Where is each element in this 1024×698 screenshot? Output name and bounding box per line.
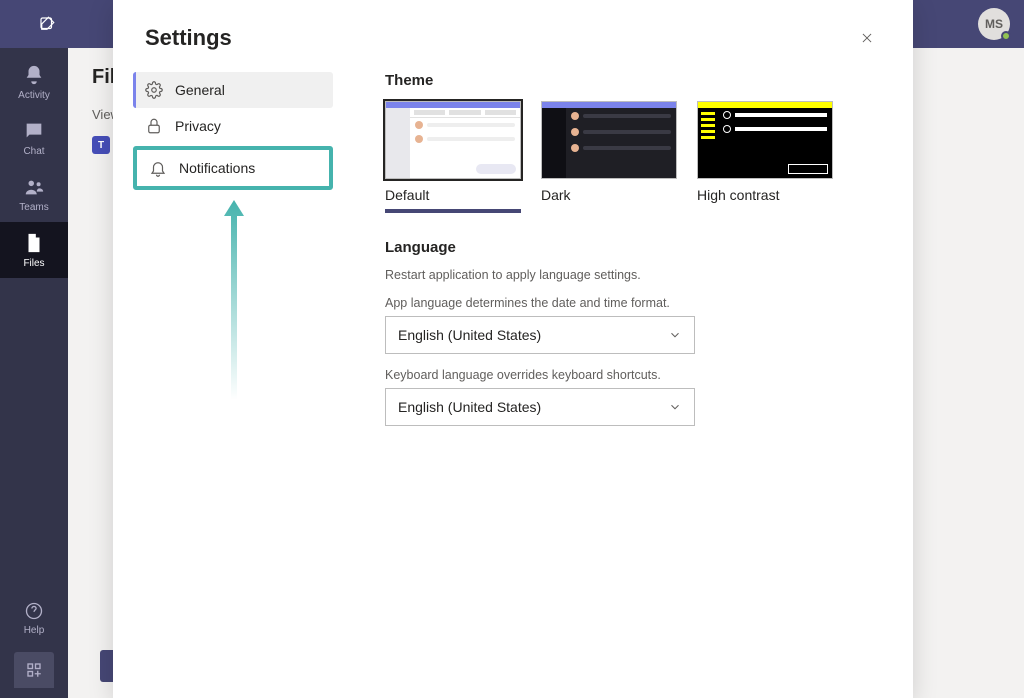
modal-backdrop: Settings General Privacy Notification (0, 0, 1024, 698)
language-heading: Language (385, 239, 881, 256)
theme-option-dark[interactable]: Dark (541, 101, 677, 213)
theme-preview-high-contrast (697, 101, 833, 179)
theme-preview-default (385, 101, 521, 179)
tutorial-arrow-icon (219, 200, 333, 400)
app-language-dropdown[interactable]: English (United States) (385, 316, 695, 354)
nav-privacy[interactable]: Privacy (133, 108, 333, 144)
bell-icon (149, 159, 167, 177)
lock-icon (145, 117, 163, 135)
settings-modal: Settings General Privacy Notification (113, 0, 913, 698)
theme-heading: Theme (385, 72, 881, 89)
chevron-down-icon (668, 400, 682, 414)
theme-preview-dark (541, 101, 677, 179)
keyboard-language-hint: Keyboard language overrides keyboard sho… (385, 368, 881, 382)
keyboard-language-dropdown[interactable]: English (United States) (385, 388, 695, 426)
app-language-hint: App language determines the date and tim… (385, 296, 881, 310)
nav-notifications[interactable]: Notifications (137, 150, 329, 186)
settings-nav: General Privacy Notifications (133, 72, 333, 440)
settings-title: Settings (145, 25, 232, 51)
gear-icon (145, 81, 163, 99)
chevron-down-icon (668, 328, 682, 342)
settings-content: Theme Default (385, 72, 881, 440)
nav-general[interactable]: General (133, 72, 333, 108)
theme-option-default[interactable]: Default (385, 101, 521, 213)
language-restart-note: Restart application to apply language se… (385, 268, 881, 282)
theme-option-high-contrast[interactable]: High contrast (697, 101, 833, 213)
close-button[interactable] (853, 24, 881, 52)
